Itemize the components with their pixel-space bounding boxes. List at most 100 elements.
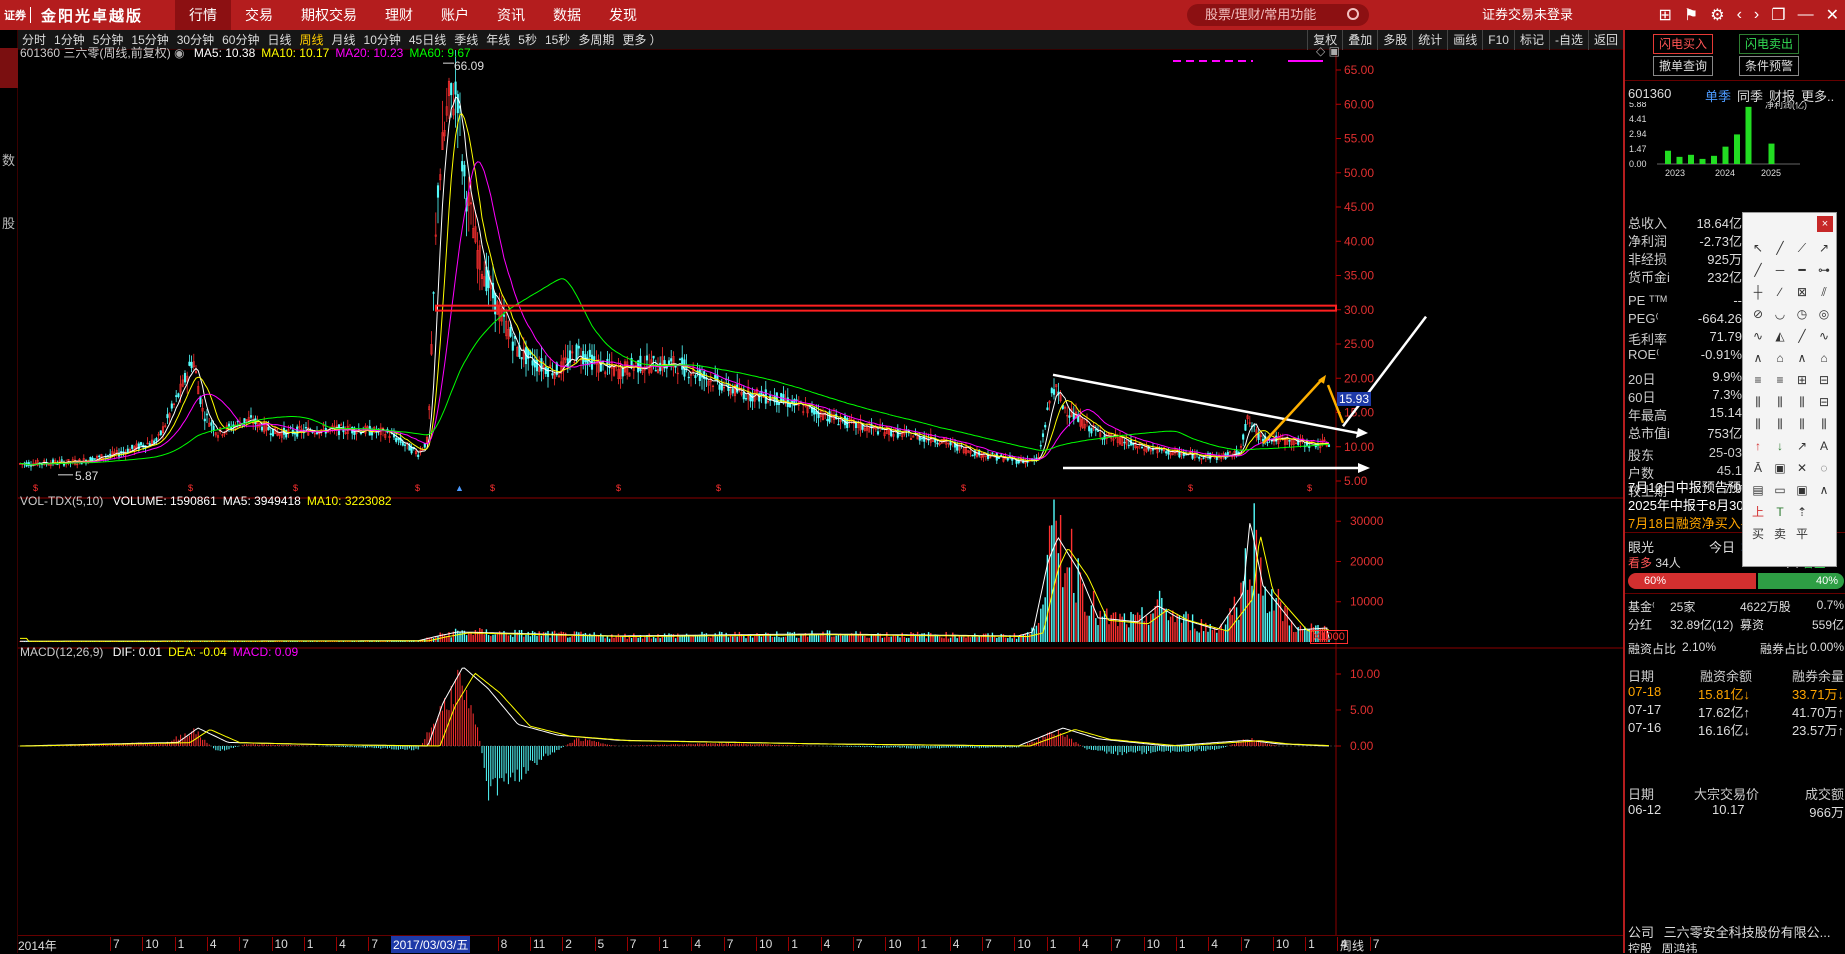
search-icon[interactable] <box>1347 8 1359 20</box>
drawing-tool-32[interactable]: ⫼ <box>1747 413 1769 435</box>
login-status[interactable]: 证券交易未登录 <box>1482 0 1573 30</box>
drawing-tool-12[interactable]: ⊘ <box>1747 303 1769 325</box>
left-strip-label-1[interactable]: 数 <box>2 150 15 169</box>
drawing-tool-47[interactable]: ∧ <box>1813 479 1835 501</box>
chart-tool-3[interactable]: 统计 <box>1412 30 1447 50</box>
period-13[interactable]: 5秒 <box>514 31 541 48</box>
drawing-tool-4[interactable]: ╱ <box>1747 259 1769 281</box>
drawing-tool-52[interactable]: 买 <box>1747 523 1769 545</box>
drawing-tool-44[interactable]: ▤ <box>1747 479 1769 501</box>
restore-icon[interactable]: ❐ <box>1771 5 1785 25</box>
drawing-tool-10[interactable]: ⊠ <box>1791 281 1813 303</box>
drawing-tool-41[interactable]: ▣ <box>1769 457 1791 479</box>
period-15[interactable]: 多周期 <box>574 31 618 48</box>
chart-tool-5[interactable]: F10 <box>1482 30 1514 50</box>
drawing-tool-50[interactable]: ⇡ <box>1791 501 1813 523</box>
drawing-tool-46[interactable]: ▣ <box>1791 479 1813 501</box>
drawing-tool-28[interactable]: ⫼ <box>1747 391 1769 413</box>
drawing-tool-40[interactable]: Ā <box>1747 457 1769 479</box>
drawing-tool-51[interactable] <box>1813 501 1835 523</box>
drawing-tool-39[interactable]: A <box>1813 435 1835 457</box>
drawing-tool-36[interactable]: ↑ <box>1747 435 1769 457</box>
drawing-tool-45[interactable]: ▭ <box>1769 479 1791 501</box>
drawing-tool-3[interactable]: ↗ <box>1813 237 1835 259</box>
tools-close-button[interactable]: × <box>1817 216 1833 232</box>
drawing-tool-20[interactable]: ∧ <box>1747 347 1769 369</box>
flash-sell-button[interactable]: 闪电卖出 <box>1739 34 1799 54</box>
back-icon[interactable]: ‹ <box>1737 6 1742 24</box>
chart-tool-2[interactable]: 多股 <box>1377 30 1412 50</box>
drawing-tool-34[interactable]: ⫼ <box>1791 413 1813 435</box>
drawing-tool-2[interactable]: ⟋ <box>1791 237 1813 259</box>
drawing-tool-54[interactable]: 平 <box>1791 523 1813 545</box>
drawing-tool-25[interactable]: ≡ <box>1769 369 1791 391</box>
chart-tool-1[interactable]: 叠加 <box>1342 30 1377 50</box>
drawing-tool-19[interactable]: ∿ <box>1813 325 1835 347</box>
drawing-tool-31[interactable]: ⊟ <box>1813 391 1835 413</box>
drawing-tool-49[interactable]: T <box>1769 501 1791 523</box>
drawing-tool-29[interactable]: ⫼ <box>1769 391 1791 413</box>
drawing-tool-14[interactable]: ◷ <box>1791 303 1813 325</box>
drawing-tool-18[interactable]: ╱ <box>1791 325 1813 347</box>
chart-area[interactable]: 65.0060.0055.0050.0045.0040.0035.0030.00… <box>18 50 1623 953</box>
flash-buy-button[interactable]: 闪电买入 <box>1653 34 1713 54</box>
menu-item-0[interactable]: 行情 <box>175 0 231 30</box>
drawing-tool-33[interactable]: ⫼ <box>1769 413 1791 435</box>
chart-tool-4[interactable]: 画线 <box>1447 30 1482 50</box>
minimize-icon[interactable]: — <box>1798 6 1814 24</box>
menu-item-7[interactable]: 发现 <box>595 0 651 30</box>
drawing-tool-13[interactable]: ◡ <box>1769 303 1791 325</box>
menu-item-3[interactable]: 理财 <box>371 0 427 30</box>
drawing-tool-0[interactable]: ↖ <box>1747 237 1769 259</box>
drawing-tool-27[interactable]: ⊟ <box>1813 369 1835 391</box>
expand-icon[interactable]: ▣ <box>1329 44 1340 58</box>
menu-item-1[interactable]: 交易 <box>231 0 287 30</box>
windows-icon[interactable]: ⊞ <box>1659 5 1672 25</box>
drawing-tool-26[interactable]: ⊞ <box>1791 369 1813 391</box>
drawing-tool-43[interactable]: ◌ <box>1813 457 1835 479</box>
drawing-tool-23[interactable]: ⌂ <box>1813 347 1835 369</box>
drawing-tool-24[interactable]: ≡ <box>1747 369 1769 391</box>
drawing-tool-21[interactable]: ⌂ <box>1769 347 1791 369</box>
drawing-tool-22[interactable]: ∧ <box>1791 347 1813 369</box>
period-12[interactable]: 年线 <box>482 31 514 48</box>
drawing-tool-7[interactable]: ⊶ <box>1813 259 1835 281</box>
drawing-tool-48[interactable]: 上 <box>1747 501 1769 523</box>
chart-tool-7[interactable]: -自选 <box>1549 30 1588 50</box>
drawing-tool-30[interactable]: ⫼ <box>1791 391 1813 413</box>
forward-icon[interactable]: › <box>1754 6 1759 24</box>
drawing-tool-15[interactable]: ◎ <box>1813 303 1835 325</box>
drawing-tool-11[interactable]: ⫽ <box>1813 281 1835 303</box>
eye-tab-0[interactable]: 今日 <box>1709 537 1735 556</box>
drawing-tool-9[interactable]: ∕ <box>1769 281 1791 303</box>
ma-settings-icon[interactable]: ◉ <box>174 46 184 60</box>
drawing-tool-38[interactable]: ↗ <box>1791 435 1813 457</box>
drawing-tool-37[interactable]: ↓ <box>1769 435 1791 457</box>
drawing-tool-1[interactable]: ╱ <box>1769 237 1791 259</box>
drawing-tool-8[interactable]: ┼ <box>1747 281 1769 303</box>
menu-item-6[interactable]: 数据 <box>539 0 595 30</box>
left-strip-label-2[interactable]: 股 <box>2 213 15 232</box>
chart-tool-6[interactable]: 标记 <box>1514 30 1549 50</box>
drawing-tool-6[interactable]: ━ <box>1791 259 1813 281</box>
period-14[interactable]: 15秒 <box>541 31 574 48</box>
drawing-tool-42[interactable]: ✕ <box>1791 457 1813 479</box>
menu-item-2[interactable]: 期权交易 <box>287 0 371 30</box>
drawing-tool-16[interactable]: ∿ <box>1747 325 1769 347</box>
drawing-tool-35[interactable]: ⫼ <box>1813 413 1835 435</box>
drawing-tool-5[interactable]: ─ <box>1769 259 1791 281</box>
chart-tool-8[interactable]: 返回 <box>1588 30 1623 50</box>
period-16[interactable]: 更多 ） <box>618 31 665 48</box>
menu-item-4[interactable]: 账户 <box>427 0 483 30</box>
menu-item-5[interactable]: 资讯 <box>483 0 539 30</box>
close-icon[interactable]: ✕ <box>1826 5 1839 25</box>
app-logo[interactable]: 证券 金阳光卓越版 <box>0 0 175 30</box>
left-strip-selected[interactable] <box>0 48 18 88</box>
feature-icon[interactable]: ⚑ <box>1684 5 1698 25</box>
condition-alert-button[interactable]: 条件预警 <box>1739 56 1799 76</box>
drawing-tool-17[interactable]: ◭ <box>1769 325 1791 347</box>
cancel-query-button[interactable]: 撤单查询 <box>1653 56 1713 76</box>
gear-icon[interactable]: ⚙ <box>1710 5 1724 25</box>
search-box[interactable]: 股票/理财/常用功能 <box>1187 4 1369 26</box>
diamond-icon[interactable]: ◇ <box>1316 44 1325 58</box>
